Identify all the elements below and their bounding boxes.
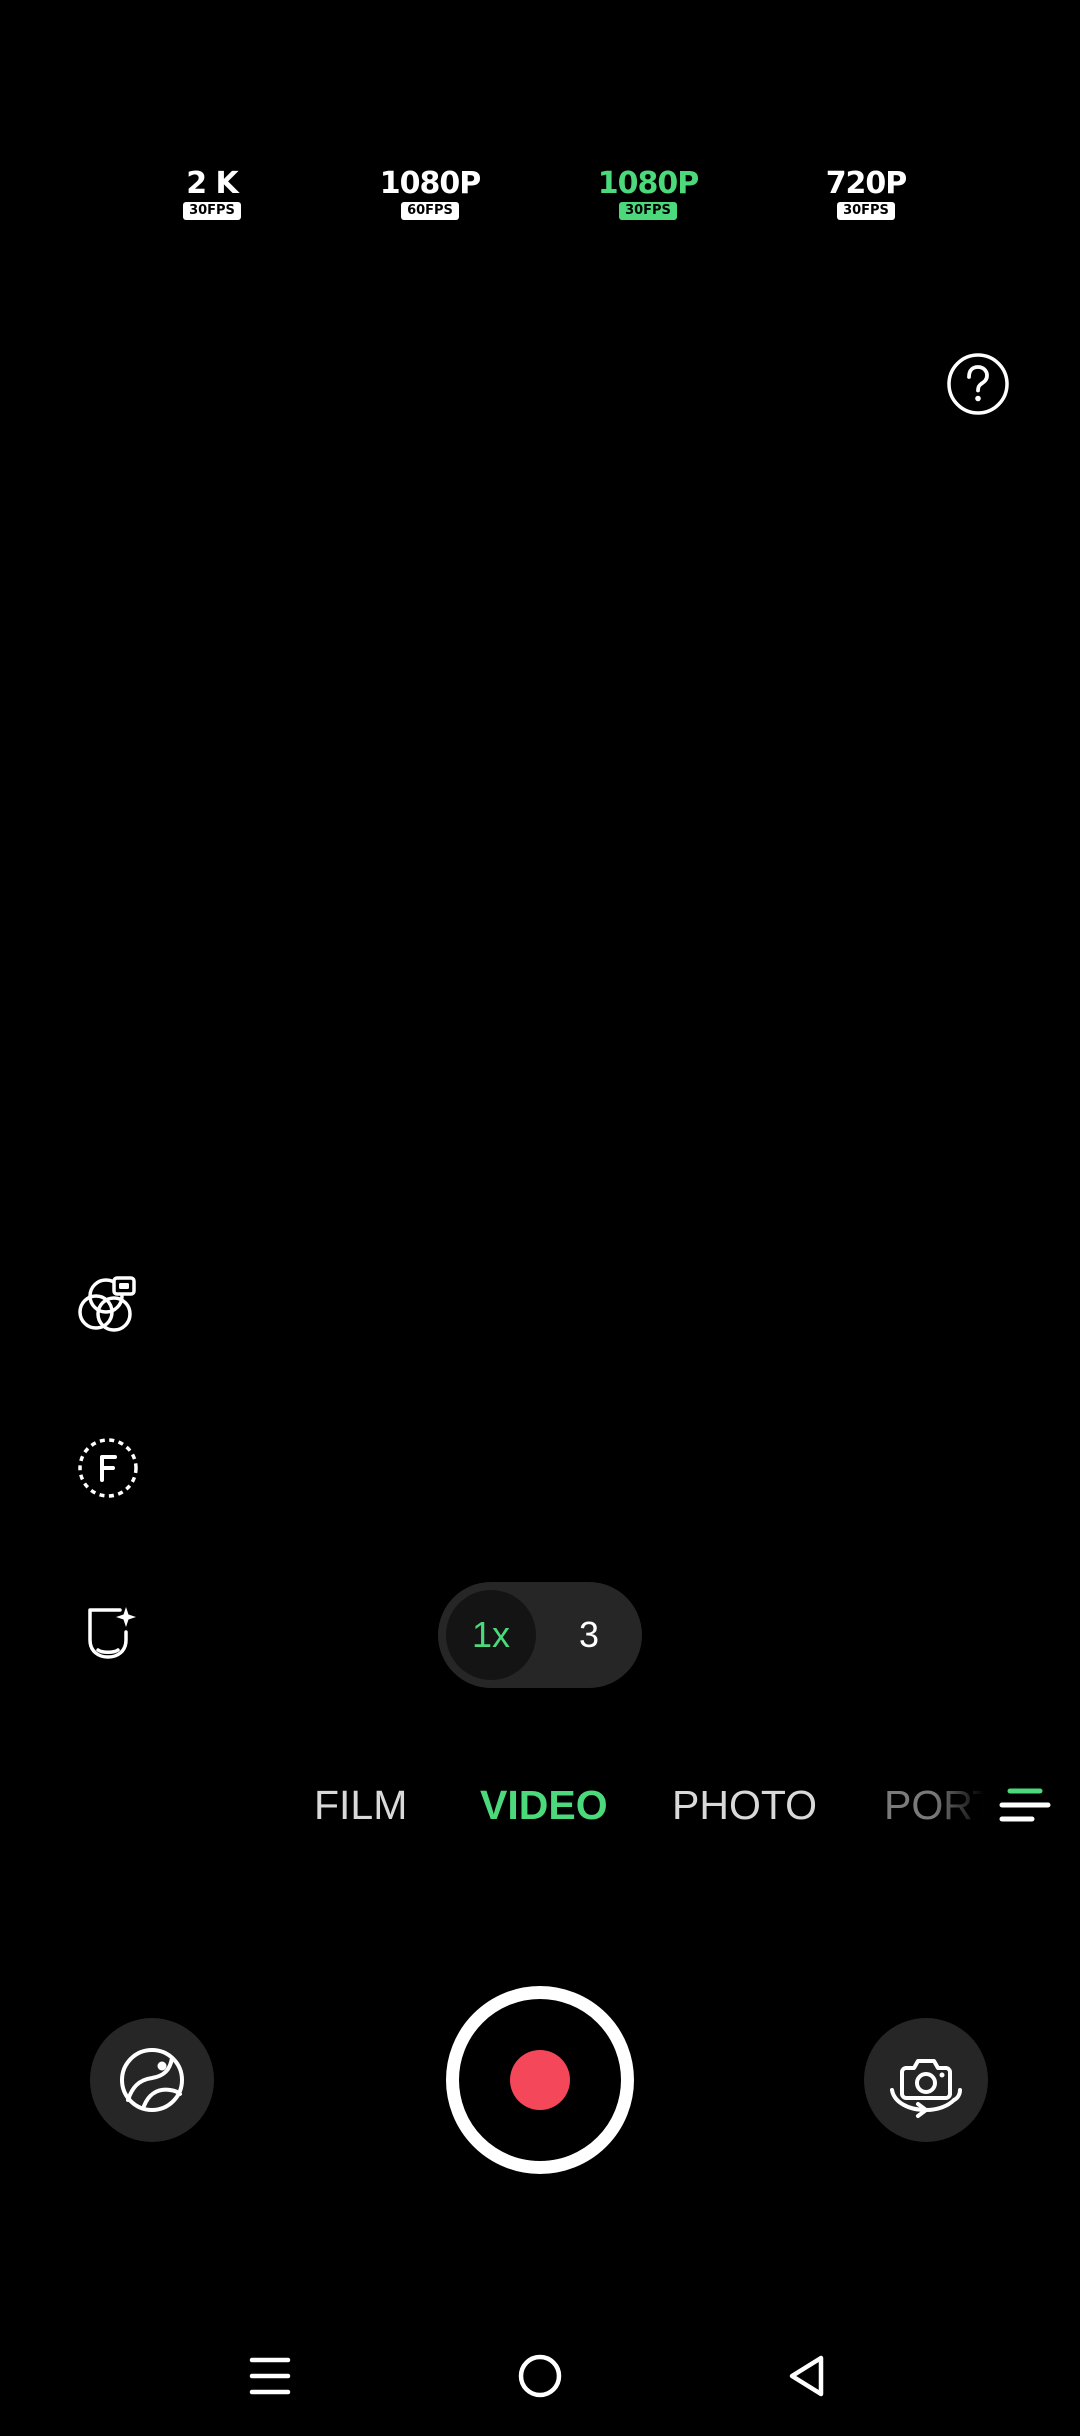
resolution-label: 2 K bbox=[186, 166, 239, 201]
zoom-selector: 1x 3 bbox=[438, 1582, 642, 1688]
back-icon bbox=[789, 2355, 824, 2397]
record-button[interactable] bbox=[446, 1986, 634, 2174]
fps-label: 30FPS bbox=[837, 202, 895, 220]
record-icon bbox=[510, 2050, 570, 2110]
resolution-option-1080p-60[interactable]: 1080P 60FPS bbox=[370, 168, 490, 220]
resolution-label: 720P bbox=[825, 166, 908, 201]
resolution-option-2k[interactable]: 2 K 30FPS bbox=[152, 168, 272, 220]
resolution-option-1080p-30[interactable]: 1080P 30FPS bbox=[588, 168, 708, 220]
mode-film[interactable]: FILM bbox=[314, 1775, 407, 1835]
more-modes-button[interactable] bbox=[994, 1780, 1054, 1830]
menu-lines-icon bbox=[999, 1788, 1051, 1822]
mode-video[interactable]: VIDEO bbox=[480, 1775, 608, 1835]
fps-label: 30FPS bbox=[619, 202, 677, 220]
back-button[interactable] bbox=[778, 2346, 838, 2406]
filter-icon bbox=[78, 1276, 136, 1332]
gallery-icon bbox=[120, 2048, 184, 2112]
mode-photo[interactable]: PHOTO bbox=[672, 1775, 817, 1835]
zoom-option-1x[interactable]: 1x bbox=[446, 1590, 536, 1680]
flash-button[interactable] bbox=[74, 1434, 142, 1502]
mode-portrait[interactable]: PORTRAIT bbox=[884, 1775, 984, 1835]
fps-label: 60FPS bbox=[401, 202, 459, 220]
mode-selector: FILM VIDEO PHOTO PORTRAIT bbox=[0, 1775, 1080, 1835]
resolution-label: 1080P bbox=[379, 166, 481, 201]
zoom-option-3x[interactable]: 3 bbox=[544, 1590, 634, 1680]
help-icon bbox=[947, 353, 1009, 415]
beauty-face-icon bbox=[88, 1607, 136, 1659]
flip-camera-icon bbox=[890, 2059, 962, 2118]
help-button[interactable] bbox=[944, 350, 1012, 418]
recent-apps-icon bbox=[249, 2357, 291, 2395]
home-icon bbox=[518, 2354, 562, 2398]
home-button[interactable] bbox=[510, 2346, 570, 2406]
resolution-label: 1080P bbox=[597, 166, 699, 201]
flip-camera-button[interactable] bbox=[864, 2018, 988, 2142]
recent-apps-button[interactable] bbox=[240, 2346, 300, 2406]
flash-icon bbox=[78, 1438, 138, 1498]
fps-label: 30FPS bbox=[183, 202, 241, 220]
beauty-button[interactable] bbox=[74, 1596, 142, 1664]
gallery-button[interactable] bbox=[90, 2018, 214, 2142]
filter-button[interactable] bbox=[74, 1270, 142, 1338]
resolution-option-720p[interactable]: 720P 30FPS bbox=[806, 168, 926, 220]
